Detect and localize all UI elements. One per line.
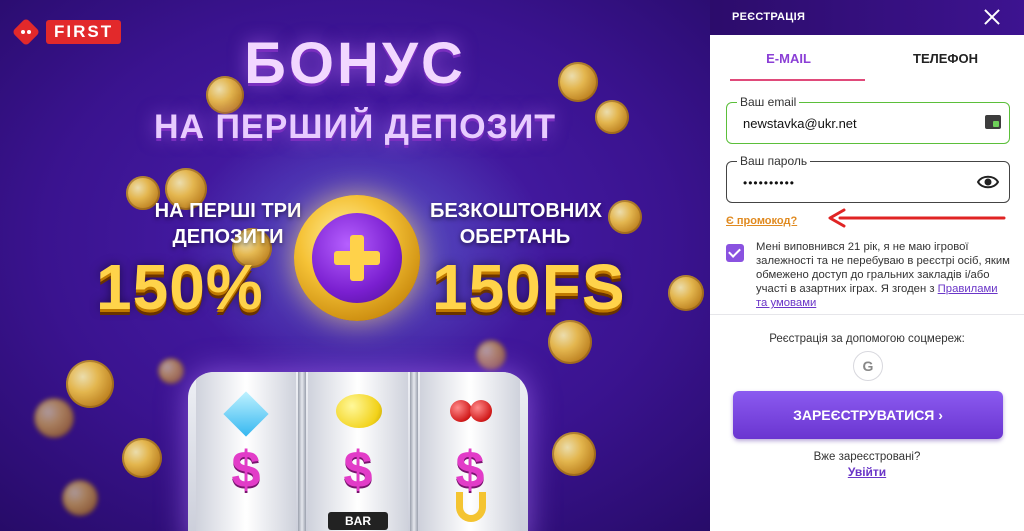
promo-left-text: НА ПЕРШІ ТРИ ДЕПОЗИТИ bbox=[154, 200, 302, 248]
slot-reel: $ bbox=[196, 372, 296, 531]
password-value[interactable]: •••••••••• bbox=[743, 176, 795, 190]
bonus-percent: 150% bbox=[96, 251, 264, 323]
coin-decoration bbox=[476, 340, 506, 370]
free-spins: 150FS bbox=[432, 251, 626, 323]
dollar-symbol: $ bbox=[343, 441, 373, 499]
tab-email[interactable]: E-MAIL bbox=[710, 35, 867, 81]
dollar-symbol: $ bbox=[231, 441, 261, 499]
coin-decoration bbox=[62, 480, 98, 516]
login-link[interactable]: Увійти bbox=[710, 465, 1024, 479]
bar-symbol: BAR bbox=[328, 512, 388, 530]
tab-phone[interactable]: ТЕЛЕФОН bbox=[867, 35, 1024, 81]
email-label: Ваш email bbox=[737, 95, 800, 109]
consent-checkbox[interactable] bbox=[726, 244, 744, 262]
google-icon: G bbox=[862, 358, 874, 374]
promo-headline: БОНУС bbox=[244, 31, 466, 96]
registration-tabs: E-MAIL ТЕЛЕФОН bbox=[710, 35, 1024, 81]
panel-title: РЕЄСТРАЦІЯ bbox=[732, 11, 806, 23]
coin-decoration bbox=[608, 200, 642, 234]
horseshoe-icon bbox=[456, 492, 486, 522]
dollar-symbol: $ bbox=[455, 441, 485, 499]
registration-panel: РЕЄСТРАЦІЯ E-MAIL ТЕЛЕФОН Ваш email news… bbox=[710, 0, 1024, 531]
cherry-icon bbox=[450, 400, 472, 422]
password-label: Ваш пароль bbox=[737, 154, 811, 168]
promo-right-text: БЕЗКОШТОВНИХ ОБЕРТАНЬ bbox=[430, 200, 602, 248]
social-register-label: Реєстрація за допомогою соцмереж: bbox=[769, 333, 965, 345]
close-icon[interactable] bbox=[982, 7, 1002, 27]
coin-decoration bbox=[66, 360, 114, 408]
consent-text: Мені виповнився 21 рік, я не маю ігрової… bbox=[756, 240, 1010, 310]
promo-code-link[interactable]: Є промокод? bbox=[726, 215, 797, 227]
coin-decoration bbox=[552, 432, 596, 476]
eye-icon[interactable] bbox=[977, 174, 999, 190]
lemon-icon bbox=[336, 394, 382, 428]
coin-decoration bbox=[548, 320, 592, 364]
google-login-button[interactable]: G bbox=[853, 351, 883, 381]
promo-subheadline: НА ПЕРШИЙ ДЕПОЗИТ bbox=[153, 108, 557, 146]
coin-decoration bbox=[158, 358, 184, 384]
autofill-icon[interactable] bbox=[985, 115, 1001, 129]
arrow-annotation bbox=[828, 208, 1006, 228]
diamond-icon bbox=[223, 391, 269, 437]
panel-header: РЕЄСТРАЦІЯ bbox=[710, 0, 1024, 35]
coin-decoration bbox=[668, 275, 704, 311]
slot-reel: $ bbox=[420, 372, 520, 531]
promo-banner: FIRST БОНУС НА ПЕРШИЙ ДЕПОЗИТ НА ПЕРШІ Т… bbox=[0, 0, 710, 531]
coin-decoration bbox=[34, 398, 74, 438]
divider bbox=[710, 314, 1024, 315]
coin-decoration bbox=[122, 438, 162, 478]
slot-machine-illustration: $ $ BAR $ bbox=[188, 372, 528, 531]
already-registered-text: Вже зареєстровані? bbox=[813, 451, 921, 463]
password-field[interactable]: Ваш пароль •••••••••• bbox=[726, 154, 1010, 203]
cherry-icon bbox=[470, 400, 492, 422]
slot-reel: $ BAR bbox=[308, 372, 408, 531]
register-button[interactable]: ЗАРЕЄСТРУВАТИСЯ › bbox=[733, 391, 1003, 439]
email-field[interactable]: Ваш email newstavka@ukr.net bbox=[726, 95, 1010, 144]
plus-icon bbox=[294, 195, 420, 321]
email-value[interactable]: newstavka@ukr.net bbox=[743, 116, 857, 131]
